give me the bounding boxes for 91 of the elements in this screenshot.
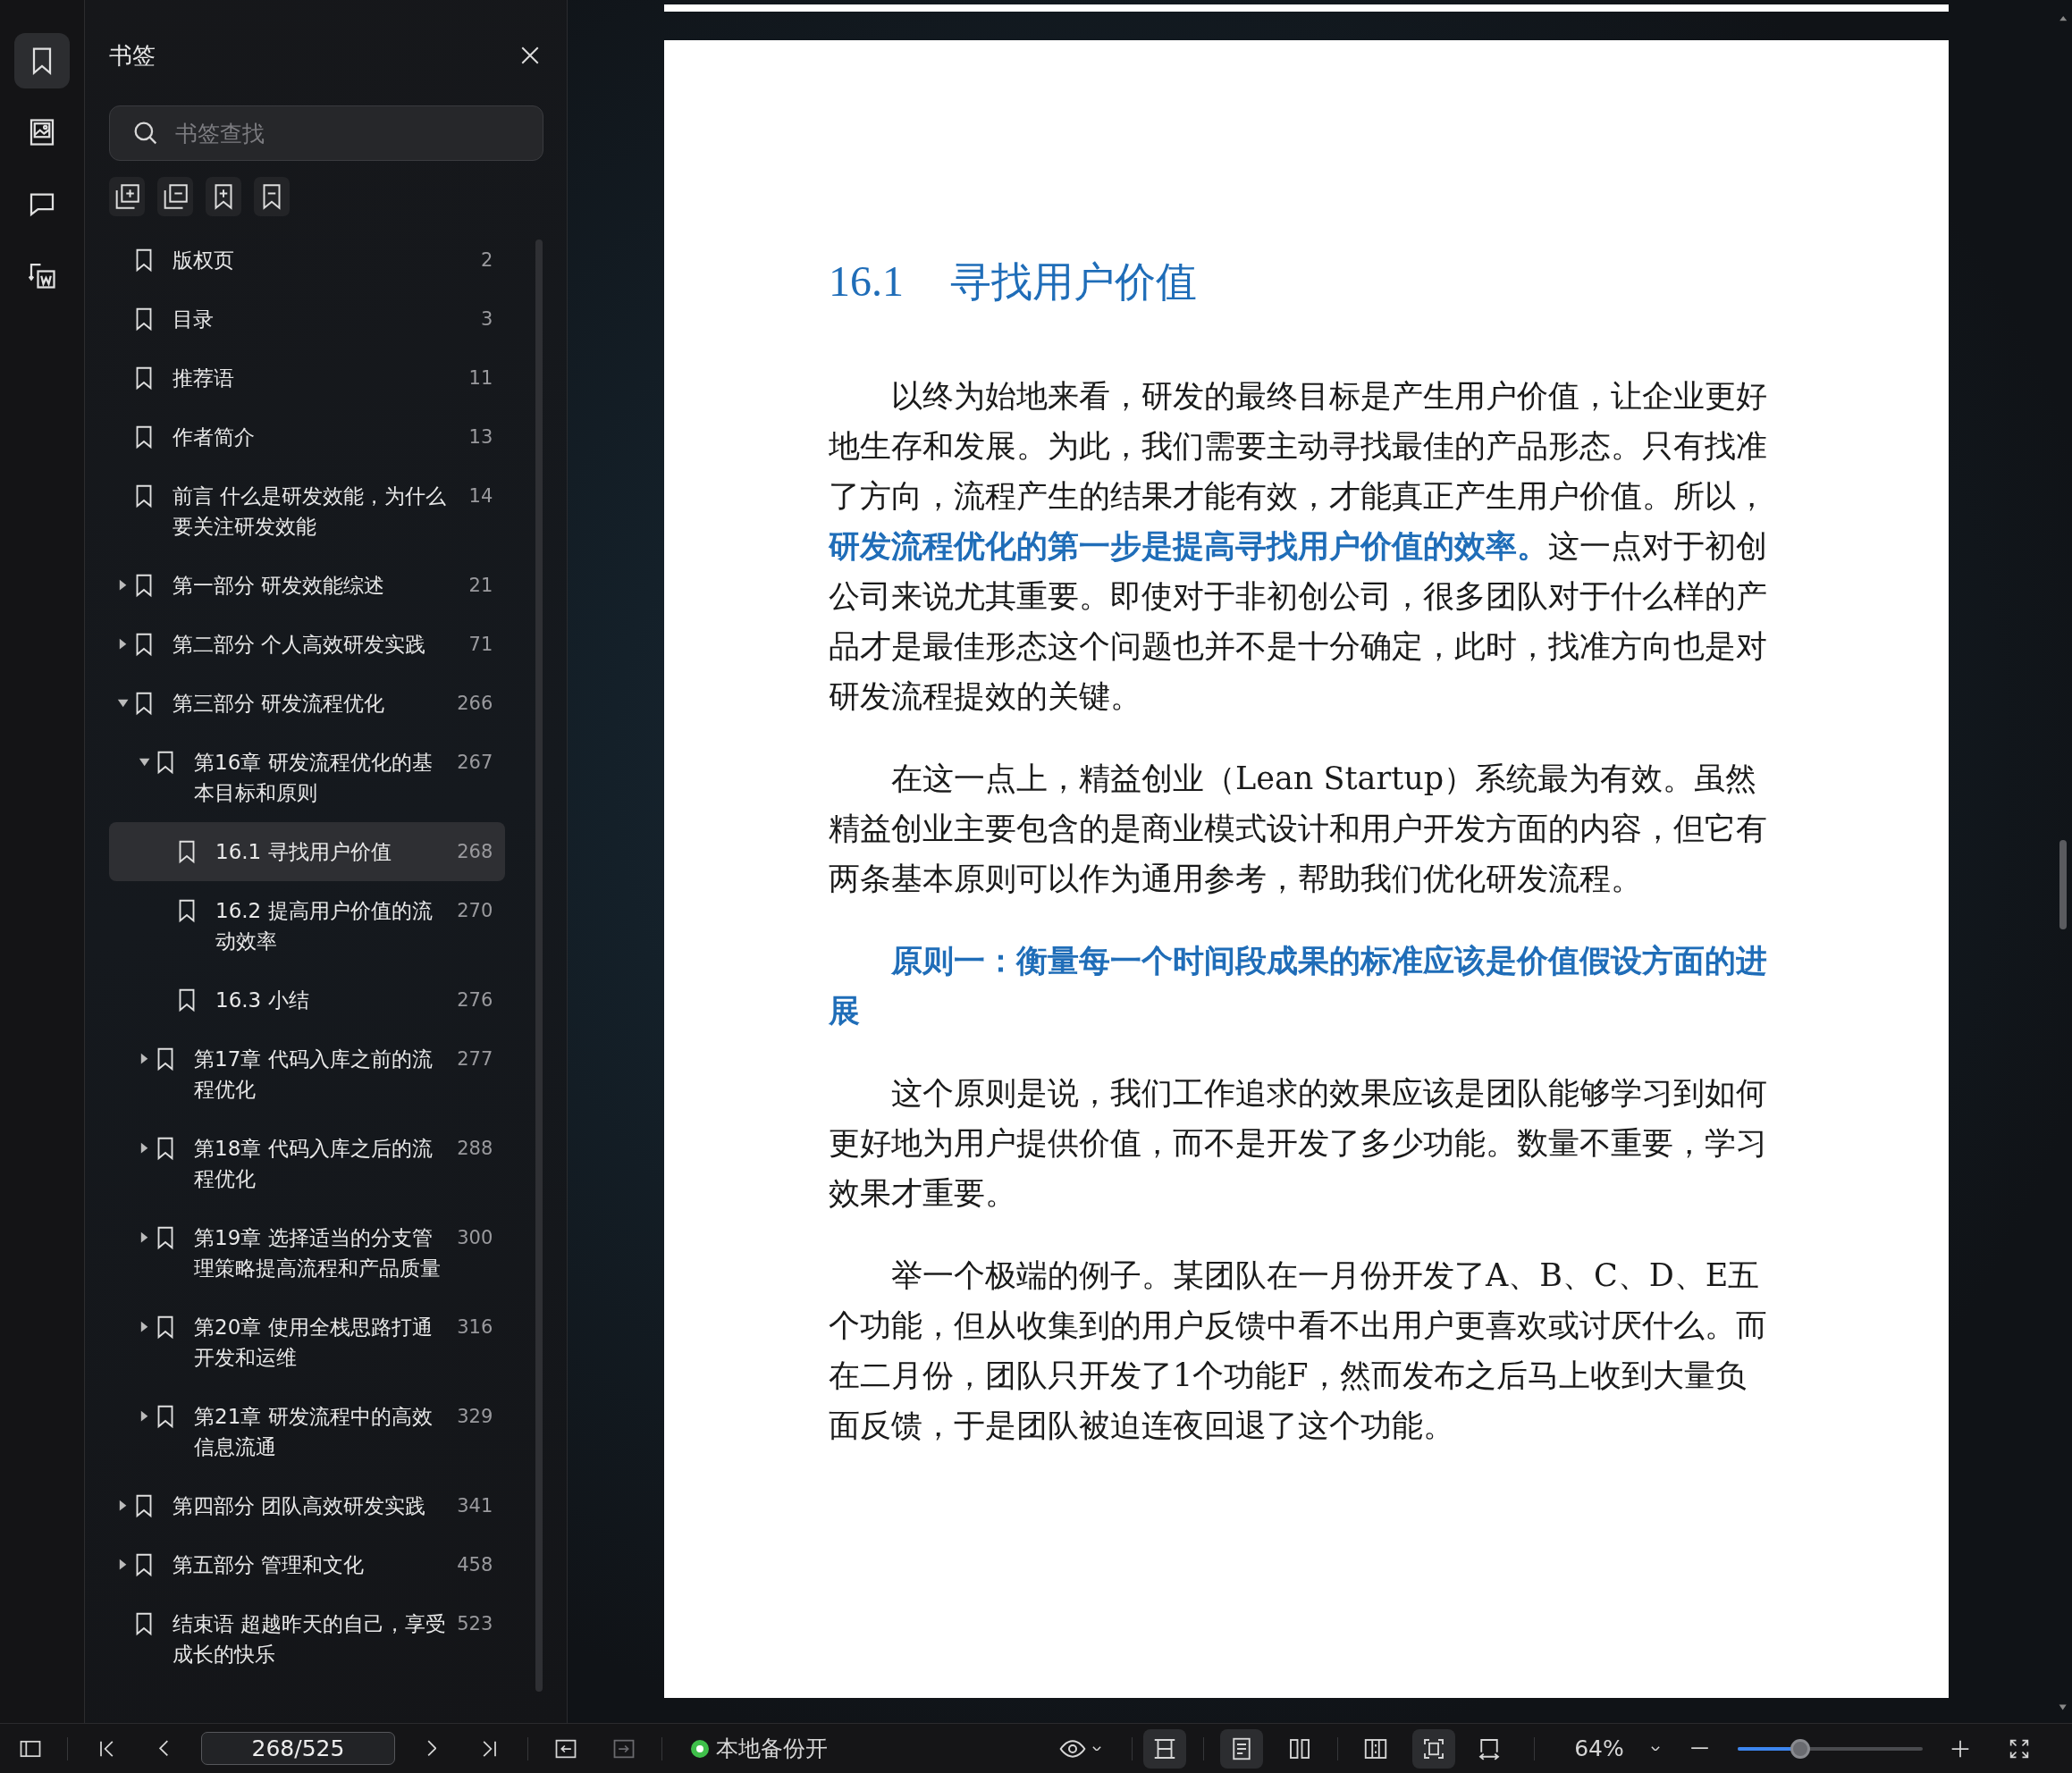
bookmark-item[interactable]: 第五部分 管理和文化 458 xyxy=(109,1535,506,1594)
bookmark-item[interactable]: 第17章 代码入库之前的流程优化 277 xyxy=(109,1029,506,1119)
bookmark-title: 前言 什么是研发效能，为什么要关注研发效能 xyxy=(173,483,448,540)
bookmark-item[interactable]: 第四部分 团队高效研发实践 341 xyxy=(109,1476,506,1535)
bookmark-title: 第18章 代码入库之后的流程优化 xyxy=(194,1136,434,1192)
chevron-right-icon xyxy=(426,1740,437,1757)
backup-toggle[interactable]: 本地备份开 xyxy=(691,1728,828,1769)
bookmark-item[interactable]: 16.1 寻找用户价值 268 xyxy=(109,822,506,881)
bookmark-title: 第19章 选择适当的分支管理策略提高流程和产品质量 xyxy=(194,1225,442,1281)
paragraph: 以终为始地来看，研发的最终目标是产生用户价值，让企业更好地生存和发展。为此，我们需要主动寻找最佳的产品形态。只有找准了方向，流程产生的结果才能有效，才能真正产生用户价值。所以，研发流程优化的第一步是提高寻找用户价值的效率。这一点对于初创公司来说尤其重要。即使对于非初创公司，很多团队对于什么样的产品才是最佳形态这个问题也并不是十分确定，此时，找准方向也是对研发流程提效的关键。 xyxy=(829,377,1768,716)
page-number: 268 xyxy=(456,840,493,864)
bookmark-item[interactable]: 版权页 2 xyxy=(109,231,506,290)
page-number: 300 xyxy=(456,1226,493,1250)
remove-group-button[interactable] xyxy=(157,177,193,216)
paragraph: 举一个极端的例子。某团队在一月份开发了A、B、C、D、E五个功能，但从收集到的用户反馈中看不出用户更喜欢或讨厌什么。而在二月份，团队只开发了1个功能F，然而发布之后马上收到大量负面反馈，于是团队被迫连夜回退了这个功能。 xyxy=(829,1256,1768,1445)
page-number: 316 xyxy=(456,1315,493,1340)
page-number: 71 xyxy=(467,633,493,657)
bookmark-item[interactable]: 16.2 提高用户价值的流动效率 270 xyxy=(109,881,506,971)
bookmark-title: 16.3 小结 xyxy=(215,987,310,1013)
panel-title: 书签 xyxy=(109,40,156,71)
bookmark-item[interactable]: 第21章 研发流程中的高效信息流通 329 xyxy=(109,1387,506,1476)
single-page-button[interactable] xyxy=(1220,1728,1263,1769)
continuous-scroll-button[interactable] xyxy=(1143,1728,1186,1769)
bookmark-title: 第17章 代码入库之前的流程优化 xyxy=(194,1046,434,1103)
page-number: 267 xyxy=(456,751,493,775)
bookmark-item[interactable]: 第16章 研发流程优化的基本目标和原则 267 xyxy=(109,733,506,822)
bookmark-title: 推荐语 xyxy=(173,366,235,391)
bookmark-item[interactable]: 目录 3 xyxy=(109,290,506,349)
bookmarks-tab[interactable] xyxy=(14,33,70,88)
page-number: 277 xyxy=(456,1047,493,1071)
bookmark-item[interactable]: 第18章 代码入库之后的流程优化 288 xyxy=(109,1119,506,1208)
bookmark-title: 16.1 寻找用户价值 xyxy=(215,839,392,865)
chevron-down-icon xyxy=(1650,1745,1660,1752)
bookmark-item[interactable]: 第二部分 个人高效研发实践 71 xyxy=(109,615,506,674)
bookmark-title: 目录 xyxy=(173,307,215,332)
fit-page-button[interactable] xyxy=(1412,1728,1455,1769)
bookmark-item[interactable]: 结束语 超越昨天的自己，享受成长的快乐 523 xyxy=(109,1594,506,1684)
page-number: 276 xyxy=(456,988,493,1013)
bookmark-item[interactable]: 推荐语 11 xyxy=(109,349,506,408)
bookmark-title: 版权页 xyxy=(173,248,235,273)
bookmark-title: 16.2 提高用户价值的流动效率 xyxy=(215,898,434,954)
bookmark-item[interactable]: 作者简介 13 xyxy=(109,408,506,466)
bookmark-title: 第二部分 个人高效研发实践 xyxy=(173,632,427,658)
page-number: 523 xyxy=(456,1612,493,1636)
page-number: 329 xyxy=(456,1405,493,1429)
page-number: 14 xyxy=(467,484,493,508)
page-number: 13 xyxy=(467,425,493,450)
remove-bookmark-button[interactable] xyxy=(254,177,290,216)
bookmark-item[interactable]: 16.3 小结 276 xyxy=(109,971,506,1029)
principle-heading: 原则一：衡量每一个时间段成果的标准应该是价值假设方面的进展 xyxy=(829,941,1768,1030)
bookmark-item[interactable]: 前言 什么是研发效能，为什么要关注研发效能 14 xyxy=(109,466,506,556)
paragraph: 这个原则是说，我们工作追求的效果应该是团队能够学习到如何更好地为用户提供价值，而不是开发了多少功能。数量不重要，学习效果才重要。 xyxy=(829,1074,1768,1213)
bookmark-title: 结束语 超越昨天的自己，享受成长的快乐 xyxy=(173,1611,448,1668)
zoom-slider[interactable] xyxy=(1738,1738,1923,1759)
scroll-up-icon xyxy=(2059,15,2068,21)
add-group-button[interactable] xyxy=(109,177,145,216)
section-title: 寻找用户价值 xyxy=(950,256,1197,307)
scrollbar[interactable] xyxy=(535,239,543,1692)
slider-thumb[interactable] xyxy=(1790,1738,1811,1759)
bookmark-title: 第五部分 管理和文化 xyxy=(173,1552,366,1578)
bookmark-title: 作者简介 xyxy=(173,424,256,450)
bookmark-title: 第三部分 研发流程优化 xyxy=(173,691,386,717)
scrollbar-thumb[interactable] xyxy=(2059,840,2067,930)
bookmark-item[interactable]: 第三部分 研发流程优化 266 xyxy=(109,674,506,733)
bookmark-title: 第16章 研发流程优化的基本目标和原则 xyxy=(194,750,434,806)
bookmark-title: 第一部分 研发效能综述 xyxy=(173,573,386,599)
chevron-left-icon xyxy=(158,1740,169,1757)
page-number-field[interactable]: 268/525 xyxy=(201,1732,395,1765)
bookmark-item[interactable]: 第19章 选择适当的分支管理策略提高流程和产品质量 300 xyxy=(109,1208,506,1298)
minus-icon xyxy=(1689,1747,1709,1750)
paragraph: 在这一点上，精益创业（Lean Startup）系统最为有效。虽然精益创业主要包含的是商业模式设计和用户开发方面的内容，但它有两条基本原则可以作为通用参考，帮助我们优化研发流程。 xyxy=(829,760,1768,898)
chevron-down-icon xyxy=(1092,1745,1101,1752)
page-number: 341 xyxy=(456,1494,493,1518)
bookmark-title: 第21章 研发流程中的高效信息流通 xyxy=(194,1404,434,1460)
page-number: 3 xyxy=(479,307,493,332)
bookmark-item[interactable]: 第一部分 研发效能综述 21 xyxy=(109,556,506,615)
scroll-down-icon xyxy=(2059,1704,2068,1710)
page-number: 288 xyxy=(456,1137,493,1161)
search-field[interactable]: 书签查找 xyxy=(109,105,543,161)
page-number: 458 xyxy=(456,1553,493,1577)
bookmark-title: 第20章 使用全栈思路打通开发和运维 xyxy=(194,1315,434,1371)
page-number: 21 xyxy=(467,574,493,598)
add-bookmark-button[interactable] xyxy=(206,177,241,216)
bookmark-item[interactable]: 第20章 使用全栈思路打通开发和运维 316 xyxy=(109,1298,506,1387)
page-number: 266 xyxy=(456,692,493,716)
page-number: 11 xyxy=(467,366,493,391)
section-number: 16.1 xyxy=(829,256,904,307)
page-number: 2 xyxy=(479,248,493,273)
zoom-dropdown[interactable]: 64% xyxy=(1568,1728,1666,1769)
bookmark-title: 第四部分 团队高效研发实践 xyxy=(173,1493,427,1519)
page-number: 270 xyxy=(456,899,493,923)
